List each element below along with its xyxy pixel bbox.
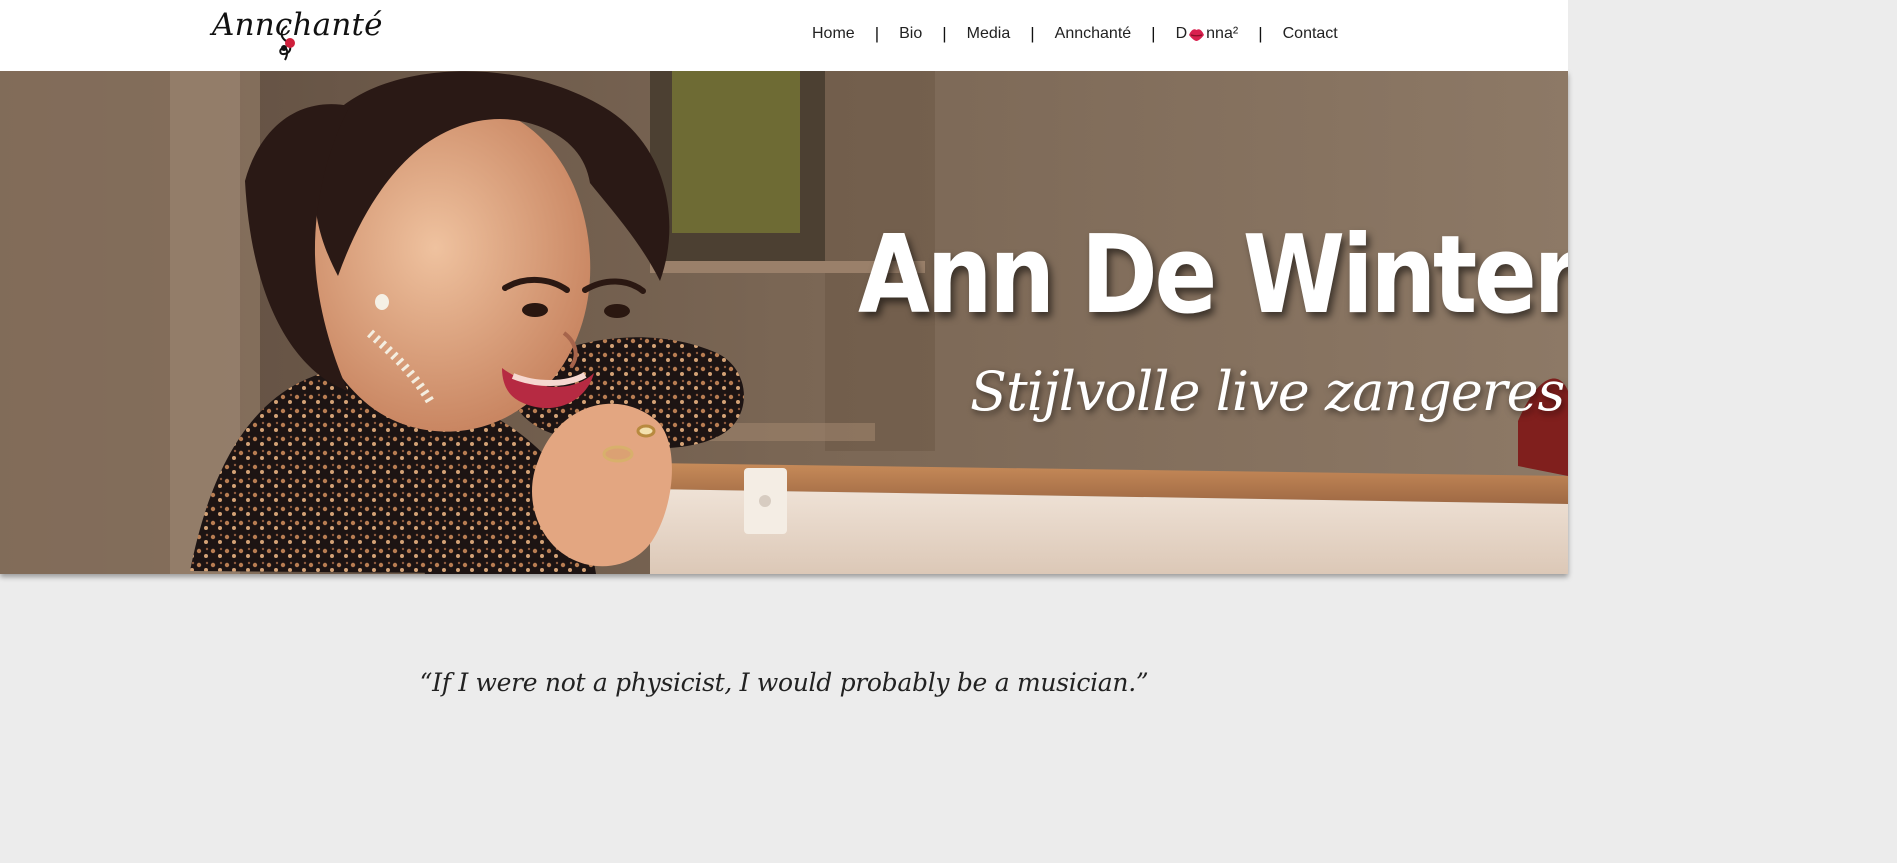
hero-banner: Ann De Winter Stijlvolle live zangeres <box>0 71 1568 574</box>
nav-separator: | <box>1030 24 1035 43</box>
nav-bio[interactable]: Bio <box>899 25 922 43</box>
nav-separator: | <box>1258 24 1263 43</box>
nav-donna-prefix: D <box>1175 25 1188 42</box>
nav-contact[interactable]: Contact <box>1283 25 1338 43</box>
nav-separator: | <box>1151 24 1156 43</box>
nav-separator: | <box>942 24 947 43</box>
nav-annchante[interactable]: Annchanté <box>1055 25 1132 43</box>
nav-media[interactable]: Media <box>967 25 1011 43</box>
lips-icon <box>1189 28 1205 41</box>
featured-quote: “If I were not a physicist, I would prob… <box>419 668 1149 697</box>
nav-donna[interactable]: D nna² <box>1176 25 1239 43</box>
hero-subtitle: Stijlvolle live zangeres <box>970 360 1565 423</box>
site-logo[interactable]: Annchanté <box>212 6 383 62</box>
main-navigation: Home | Bio | Media | Annchanté | D nna² … <box>812 22 1338 46</box>
nav-separator: | <box>874 24 880 43</box>
music-clef-icon <box>279 25 295 61</box>
nav-donna-suffix: nna² <box>1206 25 1239 42</box>
nav-home[interactable]: Home <box>812 25 855 43</box>
site-header: Annchanté Home | Bio | Media | Annchanté… <box>0 0 1568 71</box>
hero-title: Ann De Winter <box>858 213 1568 338</box>
